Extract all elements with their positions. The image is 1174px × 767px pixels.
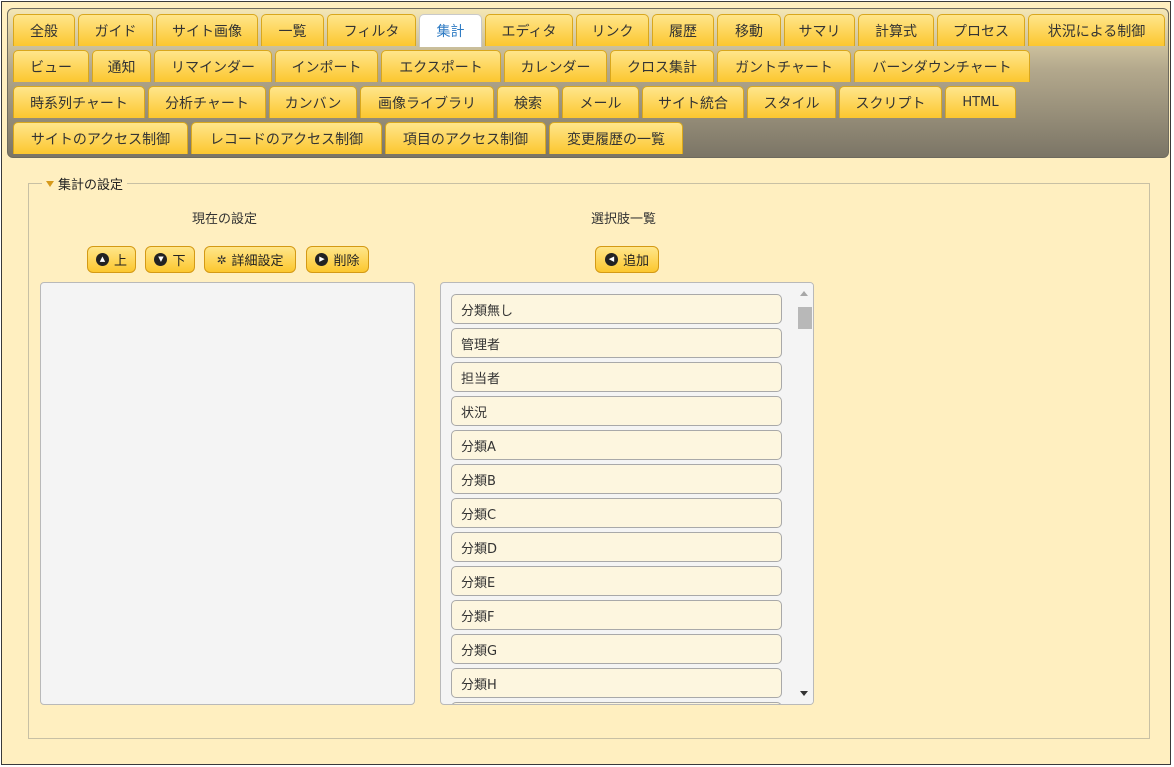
circle-chevron-down-icon: ▼ xyxy=(154,253,168,266)
tab-html[interactable]: HTML xyxy=(945,86,1016,118)
tab-move[interactable]: 移動 xyxy=(717,14,781,46)
move-down-button[interactable]: ▼ 下 xyxy=(145,246,195,273)
delete-button[interactable]: ▶ 削除 xyxy=(306,246,369,273)
list-item[interactable]: 分類G xyxy=(451,634,782,664)
choices-list[interactable]: 分類無し 管理者 担当者 状況 分類A 分類B 分類C 分類D 分類E 分類F … xyxy=(440,282,814,705)
tab-kanban[interactable]: カンバン xyxy=(269,86,357,118)
tab-formula[interactable]: 計算式 xyxy=(858,14,934,46)
collapse-triangle-icon xyxy=(46,181,54,187)
tab-site-integration[interactable]: サイト統合 xyxy=(642,86,744,118)
list-item[interactable]: 担当者 xyxy=(451,362,782,392)
tab-change-history[interactable]: 変更履歴の一覧 xyxy=(549,122,683,154)
list-item[interactable]: 分類無し xyxy=(451,294,782,324)
tab-bar: 全般 ガイド サイト画像 一覧 フィルタ 集計 エディタ リンク 履歴 移動 サ… xyxy=(7,8,1169,158)
choices-heading: 選択肢一覧 xyxy=(591,212,657,227)
gear-icon: ✲ xyxy=(216,252,227,267)
move-up-button[interactable]: ▲ 上 xyxy=(87,246,136,273)
list-item[interactable]: 分類D xyxy=(451,532,782,562)
tab-export[interactable]: エクスポート xyxy=(381,50,501,82)
tab-view[interactable]: ビュー xyxy=(13,50,89,82)
tab-summary[interactable]: サマリ xyxy=(784,14,855,46)
current-settings-heading: 現在の設定 xyxy=(192,212,258,227)
list-item[interactable]: 分類E xyxy=(451,566,782,596)
tab-history[interactable]: 履歴 xyxy=(652,14,714,46)
tab-image-library[interactable]: 画像ライブラリ xyxy=(360,86,494,118)
list-item[interactable]: 分類F xyxy=(451,600,782,630)
circle-chevron-left-icon: ◀ xyxy=(604,253,618,266)
tab-site-image[interactable]: サイト画像 xyxy=(156,14,258,46)
tab-filter[interactable]: フィルタ xyxy=(327,14,416,46)
tab-calendar[interactable]: カレンダー xyxy=(504,50,607,82)
tab-import[interactable]: インポート xyxy=(275,50,378,82)
tab-gantt[interactable]: ガントチャート xyxy=(717,50,851,82)
tab-crosstab[interactable]: クロス集計 xyxy=(610,50,714,82)
tab-general[interactable]: 全般 xyxy=(13,14,75,46)
tab-script[interactable]: スクリプト xyxy=(839,86,942,118)
tab-aggregation[interactable]: 集計 xyxy=(419,14,482,47)
tab-search[interactable]: 検索 xyxy=(497,86,559,118)
scroll-up-arrow-icon[interactable] xyxy=(800,291,808,296)
tab-status-control[interactable]: 状況による制御 xyxy=(1028,14,1165,46)
aggregation-settings-legend[interactable]: 集計の設定 xyxy=(42,174,128,193)
tab-editor[interactable]: エディタ xyxy=(485,14,573,46)
scroll-down-arrow-icon[interactable] xyxy=(800,691,808,696)
tab-list[interactable]: 一覧 xyxy=(261,14,324,46)
tab-column-access[interactable]: 項目のアクセス制御 xyxy=(385,122,546,154)
list-item[interactable]: 分類B xyxy=(451,464,782,494)
list-item[interactable]: 管理者 xyxy=(451,328,782,358)
add-label: 追加 xyxy=(622,254,649,269)
list-item[interactable]: 分類C xyxy=(451,498,782,528)
tab-site-access[interactable]: サイトのアクセス制御 xyxy=(13,122,188,154)
tab-style[interactable]: スタイル xyxy=(747,86,836,118)
add-button[interactable]: ◀ 追加 xyxy=(595,246,659,273)
legend-label: 集計の設定 xyxy=(58,178,124,193)
tab-burndown[interactable]: バーンダウンチャート xyxy=(854,50,1030,82)
list-item[interactable]: 状況 xyxy=(451,396,782,426)
delete-label: 削除 xyxy=(333,254,360,269)
tab-reminder[interactable]: リマインダー xyxy=(154,50,272,82)
move-up-label: 上 xyxy=(113,254,127,269)
tab-notification[interactable]: 通知 xyxy=(92,50,151,82)
window-frame: 全般 ガイド サイト画像 一覧 フィルタ 集計 エディタ リンク 履歴 移動 サ… xyxy=(1,1,1171,765)
circle-chevron-right-icon: ▶ xyxy=(315,253,329,266)
choices-scrollbar[interactable] xyxy=(795,283,813,704)
list-item[interactable]: 分類A xyxy=(451,430,782,460)
tab-link[interactable]: リンク xyxy=(576,14,649,46)
tab-process[interactable]: プロセス xyxy=(937,14,1025,46)
advanced-settings-button[interactable]: ✲ 詳細設定 xyxy=(204,246,296,273)
advanced-settings-label: 詳細設定 xyxy=(231,254,284,269)
list-item-partial[interactable] xyxy=(451,702,782,704)
tab-record-access[interactable]: レコードのアクセス制御 xyxy=(191,122,382,154)
scroll-thumb[interactable] xyxy=(798,307,812,329)
tab-analysis[interactable]: 分析チャート xyxy=(148,86,266,118)
tab-timeseries[interactable]: 時系列チャート xyxy=(13,86,145,118)
current-settings-list[interactable] xyxy=(40,282,415,705)
tab-guide[interactable]: ガイド xyxy=(78,14,153,46)
tab-mail[interactable]: メール xyxy=(562,86,639,118)
move-down-label: 下 xyxy=(172,254,186,269)
circle-chevron-up-icon: ▲ xyxy=(95,253,109,266)
list-item[interactable]: 分類H xyxy=(451,668,782,698)
